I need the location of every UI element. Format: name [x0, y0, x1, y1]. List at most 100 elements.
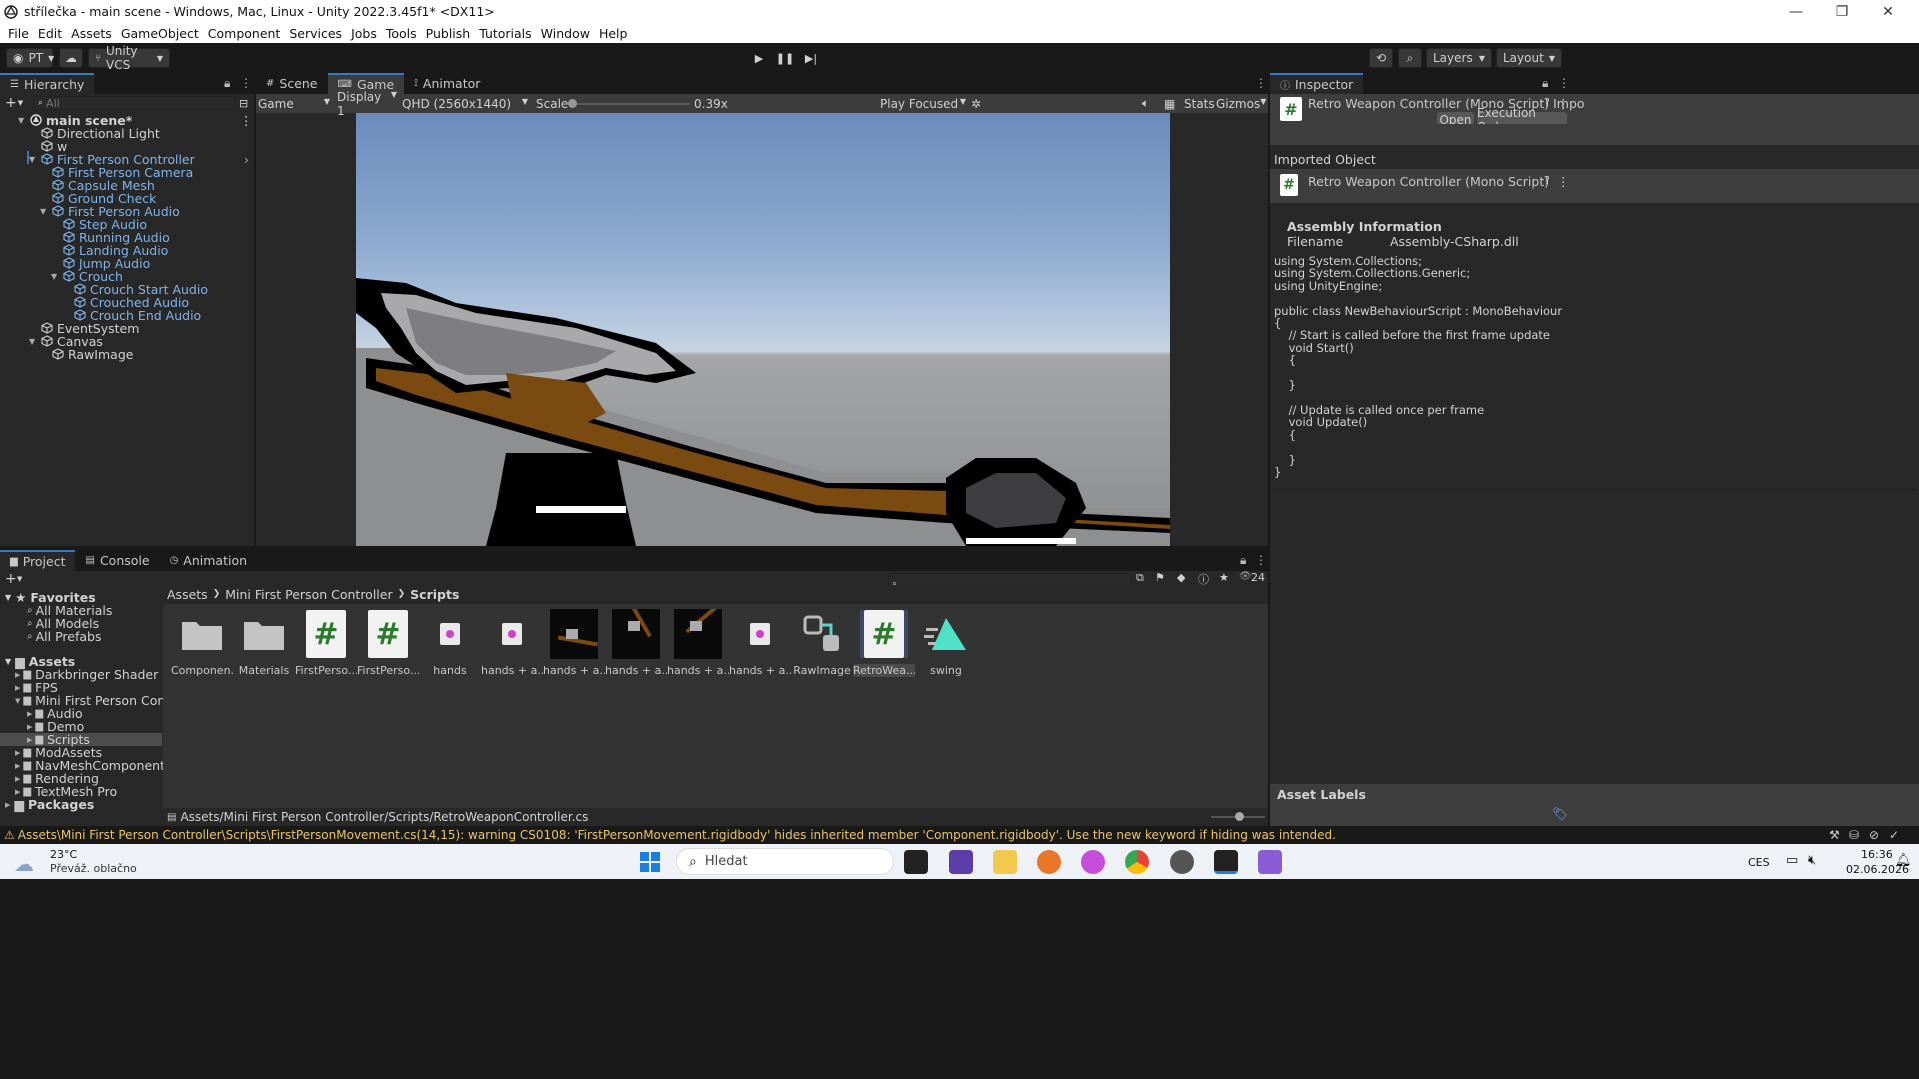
breadcrumb-mini-first-person-controller[interactable]: Mini First Person Controller — [225, 587, 392, 602]
volume-icon[interactable]: 🔇︎ — [1808, 853, 1816, 868]
menu-gameobject[interactable]: GameObject — [121, 26, 199, 41]
weather-description[interactable]: Převáž. oblačno — [50, 862, 137, 875]
windows-start-icon[interactable] — [640, 852, 660, 872]
chrome-icon[interactable] — [1125, 850, 1149, 874]
star-icon[interactable]: ★ — [1219, 571, 1229, 584]
vcs-dropdown[interactable]: ⑂ Unity VCS ▼ — [88, 44, 170, 72]
gizmos-dropdown[interactable]: Gizmos ▼ — [1216, 97, 1266, 111]
cloud-button[interactable]: ☁ — [59, 48, 83, 68]
lock-icon[interactable]: 🔒︎ — [1542, 76, 1548, 91]
stats-button[interactable]: Stats — [1184, 97, 1215, 111]
expand-arrow-icon[interactable]: ▶ — [15, 762, 20, 770]
expand-arrow-icon[interactable]: ▼ — [5, 657, 11, 666]
resolution-dropdown[interactable]: QHD (2560x1440) ▼ — [402, 97, 528, 111]
asset-item[interactable]: hands + a... — [543, 609, 605, 677]
tab-hierarchy[interactable]: ☰ Hierarchy — [0, 73, 95, 94]
history-button[interactable]: ⟲ — [1369, 48, 1393, 68]
firefox-icon[interactable] — [1037, 850, 1061, 874]
play-focused-dropdown[interactable]: Play Focused ▼ — [880, 97, 966, 111]
expand-arrow-icon[interactable]: ▼ — [18, 116, 28, 125]
menu-publish[interactable]: Publish — [426, 26, 471, 41]
scene-visibility-icon[interactable]: ⊟ — [239, 97, 248, 110]
favorite-item[interactable]: ⌕ All Prefabs — [0, 629, 162, 644]
kebab-menu-icon[interactable]: ⋮ — [1558, 76, 1570, 90]
language-indicator[interactable]: CES — [1748, 856, 1770, 869]
kebab-menu-icon[interactable]: ⋮ — [240, 76, 252, 90]
help-icon[interactable]: ? — [1544, 174, 1550, 187]
asset-item[interactable]: RawImage — [791, 610, 853, 677]
asset-item[interactable]: hands + a... — [729, 610, 791, 677]
menu-services[interactable]: Services — [289, 26, 342, 41]
account-dropdown[interactable]: ◉ PT ▼ — [6, 48, 54, 68]
close-button[interactable]: ✕ — [1865, 0, 1911, 23]
asset-item[interactable]: Componen... — [171, 610, 233, 677]
tab-scene[interactable]: # Scene — [256, 73, 328, 94]
expand-arrow-icon[interactable]: ▶ — [27, 723, 32, 731]
scale-slider-handle[interactable] — [568, 99, 577, 108]
asset-item[interactable]: hands + a... — [605, 609, 667, 677]
weather-temperature[interactable]: 23°C — [50, 848, 77, 861]
check-icon[interactable]: ✓ — [1889, 828, 1899, 842]
project-tree-item[interactable]: ▶ ▆ Darkbringer Shader — [0, 667, 162, 682]
expand-arrow-icon[interactable]: ▶ — [27, 736, 32, 744]
asset-item[interactable]: hands — [419, 610, 481, 677]
icon-size-slider-handle[interactable] — [1235, 812, 1244, 821]
visual-studio-icon[interactable] — [1258, 850, 1282, 874]
broom-icon[interactable]: ⚒ — [1829, 828, 1840, 842]
menu-edit[interactable]: Edit — [38, 26, 62, 41]
breadcrumb-scripts[interactable]: Scripts — [410, 587, 459, 602]
restore-button[interactable]: ❐ — [1819, 0, 1865, 23]
wizard-app-icon[interactable] — [949, 850, 973, 874]
add-icon[interactable]: + — [5, 95, 17, 111]
menu-file[interactable]: File — [8, 26, 29, 41]
menu-window[interactable]: Window — [541, 26, 590, 41]
file-explorer-icon[interactable] — [993, 850, 1017, 874]
breadcrumb-assets[interactable]: Assets — [167, 587, 208, 602]
search-by-type-icon[interactable]: ⧉ — [1136, 571, 1144, 585]
pause-button[interactable]: ❚❚ — [772, 48, 798, 68]
hierarchy-item[interactable]: RawImage — [0, 346, 254, 362]
filter-icon[interactable]: ⚑ — [1155, 571, 1165, 584]
tab-project[interactable]: ▆ Project — [0, 550, 76, 571]
lock-icon[interactable]: 🔒︎ — [224, 76, 230, 91]
expand-arrow-icon[interactable]: ▶ — [15, 749, 20, 757]
expand-arrow-icon[interactable]: ▶ — [15, 684, 20, 692]
expand-arrow-icon[interactable]: ▼ — [15, 697, 20, 705]
expand-arrow-icon[interactable]: ▼ — [5, 593, 11, 602]
cache-icon[interactable]: ⛁ — [1849, 828, 1859, 842]
expand-arrow-icon[interactable]: ▼ — [40, 207, 50, 216]
notification-icon[interactable]: 🔔︎ — [1895, 853, 1912, 868]
menu-jobs[interactable]: Jobs — [351, 26, 377, 41]
expand-arrow-icon[interactable]: ▼ — [29, 337, 39, 346]
menu-assets[interactable]: Assets — [71, 26, 112, 41]
unity-editor-icon[interactable] — [1214, 850, 1238, 874]
menu-component[interactable]: Component — [208, 26, 281, 41]
menu-tools[interactable]: Tools — [386, 26, 417, 41]
kebab-menu-icon[interactable]: ⋮ — [1255, 553, 1267, 567]
expand-arrow-icon[interactable]: ▶ — [27, 710, 32, 718]
keyboard-icon[interactable]: ▦ — [1164, 97, 1175, 111]
search-button[interactable]: ⌕ — [1398, 48, 1422, 68]
menu-tutorials[interactable]: Tutorials — [479, 26, 531, 41]
asset-item[interactable]: hands + a... — [667, 609, 729, 677]
menu-help[interactable]: Help — [599, 26, 628, 41]
layout-dropdown[interactable]: Layout ▼ — [1496, 48, 1562, 68]
network-icon[interactable]: ▭ — [1786, 853, 1798, 868]
asset-item[interactable]: # RetroWea... — [853, 610, 915, 677]
debug-icon[interactable]: ⊘ — [1869, 828, 1879, 842]
asset-item[interactable]: # FirstPerso... — [295, 610, 357, 677]
asset-item[interactable]: swing — [915, 610, 977, 677]
expand-arrow-icon[interactable]: ▶ — [15, 788, 20, 796]
paint-app-icon[interactable] — [1081, 850, 1105, 874]
layers-dropdown[interactable]: Layers ▼ — [1426, 48, 1492, 68]
unity-hub-icon[interactable] — [1170, 850, 1194, 874]
expand-arrow-icon[interactable]: ▶ — [15, 775, 20, 783]
label-filter-icon[interactable]: ◆ — [1177, 571, 1185, 584]
expand-arrow-icon[interactable]: ▶ — [15, 671, 20, 679]
game-render-canvas[interactable] — [356, 113, 1170, 546]
expand-arrow-icon[interactable]: ▶ — [5, 801, 10, 809]
asset-item[interactable]: # FirstPerso... — [357, 610, 419, 677]
play-button[interactable]: ▶ — [746, 48, 772, 68]
expand-arrow-icon[interactable]: ▼ — [29, 155, 39, 164]
add-icon[interactable]: + — [5, 571, 17, 587]
